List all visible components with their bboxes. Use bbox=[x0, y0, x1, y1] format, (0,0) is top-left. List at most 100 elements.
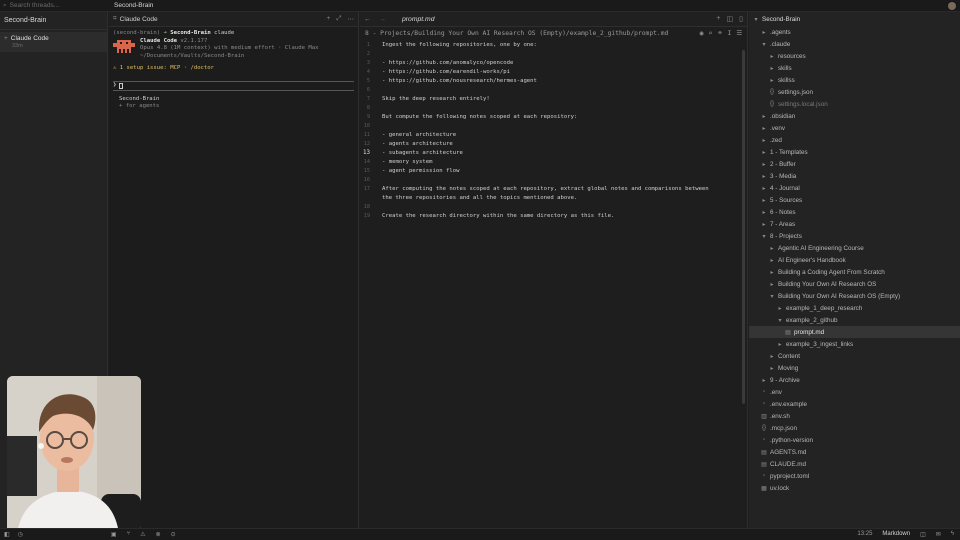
tree-item[interactable]: ▦ uv.lock bbox=[749, 482, 960, 494]
editor-line[interactable]: 11 - general architecture bbox=[360, 130, 747, 139]
git-icon[interactable]: ⑂ bbox=[127, 531, 131, 538]
cursor-position[interactable]: 13:25 bbox=[857, 531, 872, 538]
tree-item[interactable]: {} .mcp.json bbox=[749, 422, 960, 434]
tree-item[interactable]: ▸ 7 - Areas bbox=[749, 218, 960, 230]
editor-line[interactable]: 1 Ingest the following repositories, one … bbox=[360, 40, 747, 49]
tree-item-label: pyproject.toml bbox=[770, 472, 810, 480]
new-tab-icon[interactable]: + bbox=[327, 15, 331, 23]
tree-item[interactable]: ▾ 8 - Projects bbox=[749, 230, 960, 242]
tree-item[interactable]: ▸ 6 - Notes bbox=[749, 206, 960, 218]
warning-icon[interactable]: ⚠ bbox=[140, 531, 145, 538]
editor-line[interactable]: 5 - https://github.com/nousresearch/herme… bbox=[360, 76, 747, 85]
new-tab-icon[interactable]: + bbox=[716, 15, 720, 23]
tree-item[interactable]: ▸ .obsidian bbox=[749, 110, 960, 122]
cursor-icon[interactable]: I bbox=[728, 30, 732, 37]
sidebar-toggle-icon[interactable]: ◧ bbox=[4, 531, 10, 538]
terminal-tabbar: ⌗ Claude Code + ⤢ ⋯ bbox=[109, 12, 358, 27]
editor-line[interactable]: 6 bbox=[360, 85, 747, 94]
tree-item[interactable]: {} settings.local.json bbox=[749, 98, 960, 110]
language-mode[interactable]: Markdown bbox=[882, 531, 910, 538]
tree-item[interactable]: ▸ 1 - Templates bbox=[749, 146, 960, 158]
tree-item[interactable]: ▸ 3 - Media bbox=[749, 170, 960, 182]
editor-line[interactable]: 13 - subagents architecture bbox=[360, 148, 747, 157]
tree-item[interactable]: ▸ 5 - Sources bbox=[749, 194, 960, 206]
eye-icon[interactable]: ◉ bbox=[700, 30, 704, 37]
breadcrumb-text[interactable]: 8 - Projects/Building Your Own AI Resear… bbox=[365, 30, 668, 37]
editor-line[interactable]: 19 Create the research directory within t… bbox=[360, 211, 747, 220]
tree-item[interactable]: ▸ .zed bbox=[749, 134, 960, 146]
thread-search[interactable]: ⌕ Search threads... bbox=[0, 2, 108, 10]
diagnostics-icon[interactable]: ⊗ bbox=[156, 531, 161, 538]
editor-line[interactable]: 14 - memory system bbox=[360, 157, 747, 166]
expand-icon[interactable]: ⤢ bbox=[336, 15, 341, 23]
terminal-toggle-icon[interactable]: ▣ bbox=[111, 531, 117, 538]
tree-item[interactable]: ▸ skillss bbox=[749, 74, 960, 86]
search-icon[interactable]: ⌕ bbox=[708, 30, 712, 37]
editor-line[interactable]: 12 - agents architecture bbox=[360, 139, 747, 148]
editor-line[interactable]: 4 - https://github.com/earendil-works/pi bbox=[360, 67, 747, 76]
editor-tab[interactable]: prompt.md bbox=[402, 16, 434, 23]
bolt-icon[interactable]: ϟ bbox=[951, 531, 954, 538]
terminal-tab[interactable]: Claude Code bbox=[120, 16, 158, 23]
thread-item[interactable]: + Claude Code 33m bbox=[0, 32, 107, 52]
tree-item[interactable]: ▸ skills bbox=[749, 62, 960, 74]
tree-item[interactable]: ▸ 4 - Journal bbox=[749, 182, 960, 194]
tree-item[interactable]: ▸ Building a Coding Agent From Scratch bbox=[749, 266, 960, 278]
tree-item[interactable]: ▫ .env bbox=[749, 386, 960, 398]
tree-item[interactable]: ▫ .python-version bbox=[749, 434, 960, 446]
forward-icon[interactable]: → bbox=[379, 16, 386, 23]
tree-item[interactable]: {} settings.json bbox=[749, 86, 960, 98]
more-icon[interactable]: ⋯ bbox=[348, 15, 355, 23]
editor-line[interactable]: 16 bbox=[360, 175, 747, 184]
tree-item[interactable]: ▸ 9 - Archive bbox=[749, 374, 960, 386]
editor-line[interactable]: 10 bbox=[360, 121, 747, 130]
tree-root[interactable]: ▾ Second-Brain bbox=[749, 12, 960, 26]
tree-item[interactable]: ▸ Agentic AI Engineering Course bbox=[749, 242, 960, 254]
editor-line[interactable]: 3 - https://github.com/anomalyco/opencode bbox=[360, 58, 747, 67]
tree-item[interactable]: ▸ Content bbox=[749, 350, 960, 362]
target-icon[interactable]: ⊙ bbox=[171, 531, 176, 538]
editor-line[interactable]: 2 bbox=[360, 49, 747, 58]
editor-line[interactable]: 7 Skip the deep research entirely! bbox=[360, 94, 747, 103]
prompt-dir: Second-Brain bbox=[170, 30, 211, 36]
tree-item[interactable]: ▤ CLAUDE.md bbox=[749, 458, 960, 470]
editor-line[interactable]: 17 After computing the notes scoped at ea… bbox=[360, 184, 747, 193]
tree-item[interactable]: ▤ prompt.md bbox=[749, 326, 960, 338]
terminal-body[interactable]: (second-brain) ➜ Second-Brain claude Cla… bbox=[109, 27, 358, 113]
settings-icon[interactable]: ☰ bbox=[736, 30, 742, 37]
claude-input[interactable]: ❯ bbox=[113, 81, 354, 92]
link-icon[interactable]: ⚭ bbox=[717, 30, 722, 37]
tree-item[interactable]: ▥ .env.sh bbox=[749, 410, 960, 422]
editor-scrollbar[interactable] bbox=[742, 50, 745, 404]
split-icon[interactable]: ◫ bbox=[920, 531, 926, 538]
tree-item-label: example_2_github bbox=[786, 316, 838, 324]
split-icon[interactable]: ◫ bbox=[727, 15, 734, 23]
editor-line[interactable]: 8 bbox=[360, 103, 747, 112]
editor-content[interactable]: 1 Ingest the following repositories, one … bbox=[360, 39, 747, 220]
back-icon[interactable]: ← bbox=[364, 16, 371, 23]
user-avatar[interactable] bbox=[948, 2, 956, 10]
tree-item[interactable]: ▸ AI Engineer's Handbook bbox=[749, 254, 960, 266]
editor-line[interactable]: the three repositories and all the topic… bbox=[360, 193, 747, 202]
clock-icon[interactable]: ◷ bbox=[18, 531, 23, 538]
tree-item[interactable]: ▸ resources bbox=[749, 50, 960, 62]
tree-item[interactable]: ▸ Building Your Own AI Research OS bbox=[749, 278, 960, 290]
tree-item[interactable]: ▸ .agents bbox=[749, 26, 960, 38]
tree-item[interactable]: ▸ Moving bbox=[749, 362, 960, 374]
editor-line[interactable]: 9 But compute the following notes scoped … bbox=[360, 112, 747, 121]
tree-item[interactable]: ▸ example_1_deep_research bbox=[749, 302, 960, 314]
tree-item[interactable]: ▸ 2 - Buffer bbox=[749, 158, 960, 170]
tree-item[interactable]: ▾ example_2_github bbox=[749, 314, 960, 326]
tree-item[interactable]: ▾ Building Your Own AI Research OS (Empty… bbox=[749, 290, 960, 302]
tree-item[interactable]: ▸ .venv bbox=[749, 122, 960, 134]
notifications-icon[interactable]: ✉ bbox=[936, 531, 941, 538]
editor-line[interactable]: 18 bbox=[360, 202, 747, 211]
tree-item[interactable]: ▫ .env.example bbox=[749, 398, 960, 410]
tree-item[interactable]: ▸ example_3_ingest_links bbox=[749, 338, 960, 350]
editor-line[interactable]: 15 - agent permission flow bbox=[360, 166, 747, 175]
tree-item[interactable]: ▫ pyproject.toml bbox=[749, 470, 960, 482]
tree-item[interactable]: ▾ .claude bbox=[749, 38, 960, 50]
tree-item[interactable]: ▤ AGENTS.md bbox=[749, 446, 960, 458]
sidebar-toggle-icon[interactable]: ▯ bbox=[739, 15, 743, 23]
setup-issue[interactable]: ⚠ 1 setup issue: MCP · /doctor bbox=[113, 65, 354, 72]
